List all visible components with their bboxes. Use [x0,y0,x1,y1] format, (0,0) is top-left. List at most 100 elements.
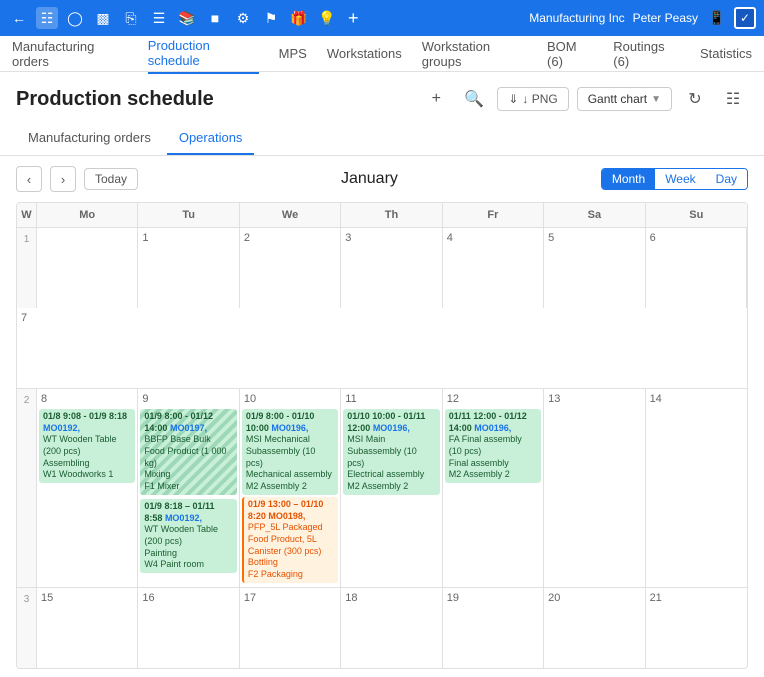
bulb-icon[interactable]: 💡 [316,7,338,29]
day-sun-w3[interactable]: 21 [646,588,747,668]
gantt-button[interactable]: Gantt chart ▼ [577,87,672,111]
png-button[interactable]: ⇓ ↓ PNG [497,87,568,111]
keyboard-icon[interactable]: ⎘ [120,7,142,29]
top-bar-icons: ← ☷ ◯ ▩ ⎘ ☰ 📚 ■ ⚙ ⚑ 🎁 💡 + [8,7,529,29]
top-bar-right: 📱 ✓ [706,7,756,29]
day-wed-w2[interactable]: 10 01/9 8:00 - 01/10 10:00 MO0196, MSI M… [240,389,341,587]
nav-routings[interactable]: Routings (6) [613,35,680,73]
list-icon[interactable]: ☰ [148,7,170,29]
day-thu-w3[interactable]: 18 [341,588,442,668]
day-view-button[interactable]: Day [706,169,747,189]
day-sat-w2[interactable]: 13 [544,389,645,587]
sat-header: Sa [544,203,645,227]
gantt-label: Gantt chart [588,92,647,106]
event-mo0192-painting[interactable]: 01/9 8:18 – 01/11 8:58 MO0192, WT Wooden… [140,499,236,573]
nav-mps[interactable]: MPS [279,42,307,65]
circle-icon[interactable]: ◯ [64,7,86,29]
event-mo0198-bottling[interactable]: 01/9 13:00 – 01/10 8:20 MO0198, PFP_5L P… [242,497,338,583]
day-thu-w1[interactable]: 3 [341,228,442,308]
page-title: Production schedule [16,88,214,111]
flag-icon[interactable]: ⚑ [260,7,282,29]
device-icon[interactable]: 📱 [706,7,728,29]
user-name: Peter Peasy [633,11,698,25]
day-mon-w1[interactable] [37,228,138,308]
tue-header: Tu [138,203,239,227]
company-name: Manufacturing Inc [529,11,624,25]
grid-icon[interactable]: ☷ [36,7,58,29]
calendar-grid: W Mo Tu We Th Fr Sa Su 1 1 2 3 4 5 6 7 2… [16,202,748,669]
day-tue-w3[interactable]: 16 [138,588,239,668]
day-sun-w2[interactable]: 14 [646,389,747,587]
top-bar: ← ☷ ◯ ▩ ⎘ ☰ 📚 ■ ⚙ ⚑ 🎁 💡 + Manufacturing … [0,0,764,36]
week-header: W [17,203,37,227]
calendar-header: W Mo Tu We Th Fr Sa Su [17,203,747,228]
box-icon[interactable]: ■ [204,7,226,29]
week-num-3: 3 [17,588,37,668]
day-fri-w1[interactable]: 4 [443,228,544,308]
nav-manufacturing-orders[interactable]: Manufacturing orders [12,35,128,73]
week-row-2: 2 8 01/8 9:08 - 01/9 8:18 MO0192, WT Woo… [17,389,747,588]
day-wed-w1[interactable]: 2 [240,228,341,308]
chevron-down-icon: ▼ [651,94,661,105]
back-icon[interactable]: ← [8,7,30,29]
day-sun2-w1[interactable]: 7 [17,308,37,388]
week-view-button[interactable]: Week [655,169,705,189]
bar-chart-icon[interactable]: ▩ [92,7,114,29]
day-tue-w1[interactable]: 1 [138,228,239,308]
today-button[interactable]: Today [84,168,138,190]
nav-workstations[interactable]: Workstations [327,42,402,65]
download-icon: ⇓ [508,92,518,106]
tabs: Manufacturing orders Operations [0,122,764,156]
week-row-1: 1 1 2 3 4 5 6 7 [17,228,747,389]
nav-statistics[interactable]: Statistics [700,42,752,65]
png-label: ↓ PNG [522,92,557,106]
day-fri-w3[interactable]: 19 [443,588,544,668]
page-actions: + 🔍 ⇓ ↓ PNG Gantt chart ▼ ↻ ☷ [421,84,748,114]
day-sat-w3[interactable]: 20 [544,588,645,668]
gift-icon[interactable]: 🎁 [288,7,310,29]
day-mon-w3[interactable]: 15 [37,588,138,668]
day-thu-w2[interactable]: 11 01/10 10:00 - 01/11 12:00 MO0196, MSI… [341,389,442,587]
day-fri-w2[interactable]: 12 01/11 12:00 - 01/12 14:00 MO0196, FA … [443,389,544,587]
event-mo0197-mixing[interactable]: 01/9 8:00 - 01/12 14:00 MO0197, BBFP Bas… [140,409,236,495]
add-app-button[interactable]: + [348,8,359,29]
add-button[interactable]: + [421,84,451,114]
thu-header: Th [341,203,442,227]
task-icon[interactable]: ✓ [734,7,756,29]
nav-production-schedule[interactable]: Production schedule [148,34,259,74]
mon-header: Mo [37,203,138,227]
nav-bom[interactable]: BOM (6) [547,35,593,73]
event-mo0196-electrical[interactable]: 01/10 10:00 - 01/11 12:00 MO0196, MSI Ma… [343,409,439,495]
day-sun-w1[interactable]: 6 [646,228,747,308]
sun-header: Su [646,203,747,227]
book-icon[interactable]: 📚 [176,7,198,29]
view-button[interactable]: ☷ [718,84,748,114]
month-view-button[interactable]: Month [602,169,655,189]
fri-header: Fr [443,203,544,227]
nav-workstation-groups[interactable]: Workstation groups [422,35,527,73]
prev-month-button[interactable]: ‹ [16,166,42,192]
day-wed-w3[interactable]: 17 [240,588,341,668]
day-mon-w2[interactable]: 8 01/8 9:08 - 01/9 8:18 MO0192, WT Woode… [37,389,138,587]
gear-icon[interactable]: ⚙ [232,7,254,29]
calendar-container: W Mo Tu We Th Fr Sa Su 1 1 2 3 4 5 6 7 2… [0,202,764,677]
wed-header: We [240,203,341,227]
tab-operations[interactable]: Operations [167,122,255,155]
event-mo0196-mech[interactable]: 01/9 8:00 - 01/10 10:00 MO0196, MSI Mech… [242,409,338,495]
calendar-controls: ‹ › Today January Month Week Day [0,156,764,202]
page-header: Production schedule + 🔍 ⇓ ↓ PNG Gantt ch… [0,72,764,122]
refresh-button[interactable]: ↻ [680,84,710,114]
view-toggle: Month Week Day [601,168,748,190]
search-button[interactable]: 🔍 [459,84,489,114]
week-row-3: 3 15 16 17 18 19 20 21 [17,588,747,668]
day-tue-w2[interactable]: 9 01/9 8:00 - 01/12 14:00 MO0197, BBFP B… [138,389,239,587]
tab-manufacturing-orders[interactable]: Manufacturing orders [16,122,163,155]
week-num-1: 1 [17,228,37,308]
event-mo0196-final[interactable]: 01/11 12:00 - 01/12 14:00 MO0196, FA Fin… [445,409,541,483]
second-nav: Manufacturing orders Production schedule… [0,36,764,72]
event-mo0192-assembling[interactable]: 01/8 9:08 - 01/9 8:18 MO0192, WT Wooden … [39,409,135,483]
week-num-2: 2 [17,389,37,587]
calendar-month-title: January [146,170,593,188]
day-sat-w1[interactable]: 5 [544,228,645,308]
next-month-button[interactable]: › [50,166,76,192]
